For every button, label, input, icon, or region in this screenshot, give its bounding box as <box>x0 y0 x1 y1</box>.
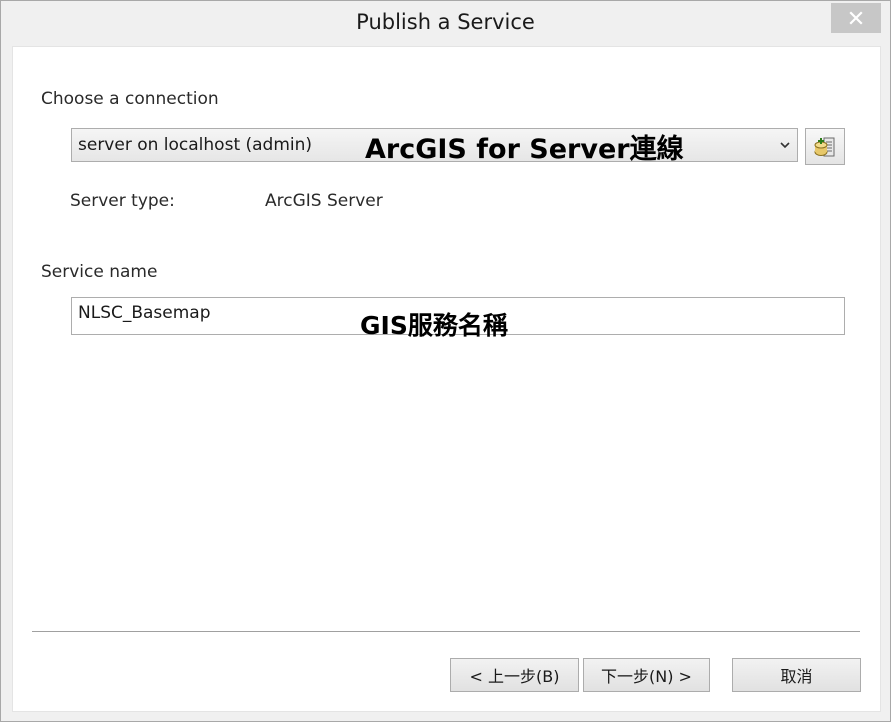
service-name-annotation: GIS服務名稱 <box>360 311 508 340</box>
add-connection-icon <box>814 137 835 156</box>
back-button[interactable]: < 上一步(B) <box>450 658 579 692</box>
connection-selected-value: server on localhost (admin) <box>78 135 313 155</box>
cancel-button[interactable]: 取消 <box>732 658 861 692</box>
server-type-value: ArcGIS Server <box>265 191 383 211</box>
connection-annotation: ArcGIS for Server連線 <box>365 134 684 165</box>
title-bar: Publish a Service <box>1 1 890 46</box>
dialog-title: Publish a Service <box>356 10 535 34</box>
next-button[interactable]: 下一步(N) > <box>583 658 710 692</box>
chevron-down-icon <box>780 142 790 149</box>
footer-divider <box>32 631 860 633</box>
server-type-label: Server type: <box>70 191 175 211</box>
close-icon <box>849 11 863 25</box>
close-button[interactable] <box>831 3 881 33</box>
choose-connection-label: Choose a connection <box>41 89 219 109</box>
add-connection-button[interactable] <box>805 128 845 165</box>
publish-service-dialog: Publish a Service Choose a connection se… <box>0 0 891 722</box>
service-name-label: Service name <box>41 262 158 282</box>
dialog-content: Choose a connection server on localhost … <box>12 46 881 712</box>
